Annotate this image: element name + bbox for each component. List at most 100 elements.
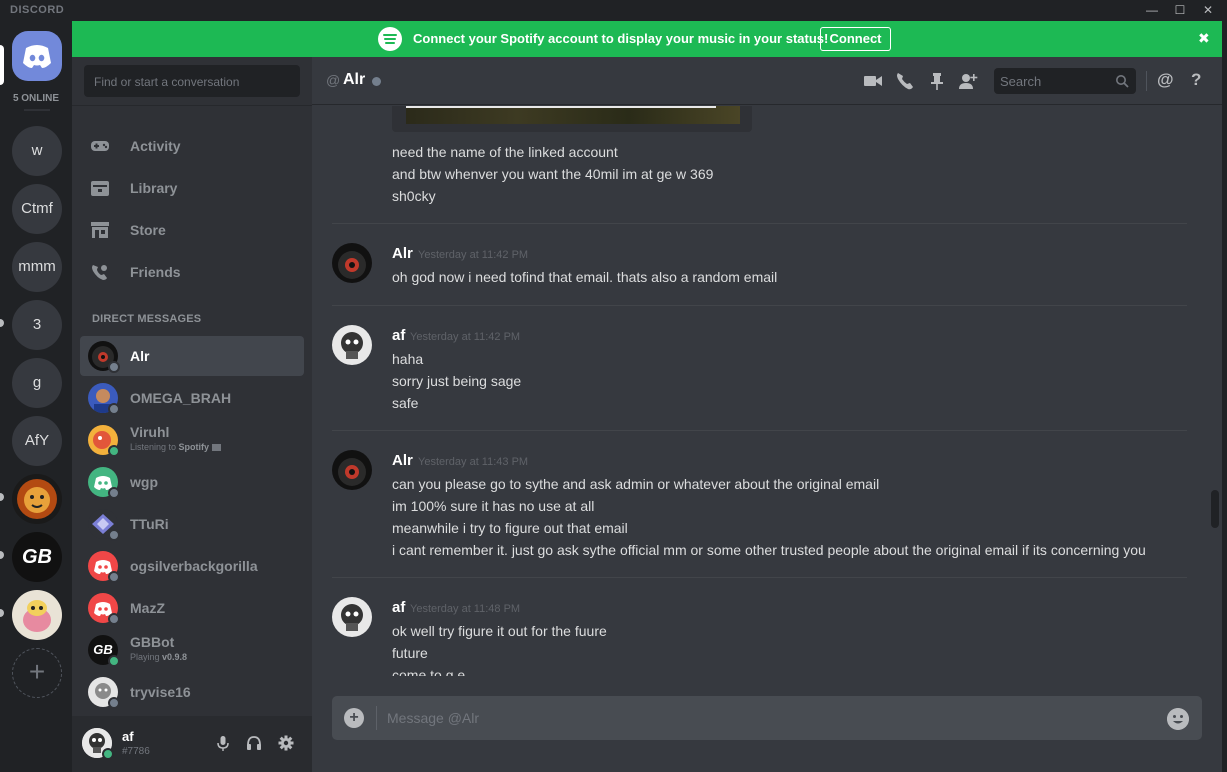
window-edge xyxy=(1222,21,1227,772)
maximize-button[interactable]: ☐ xyxy=(1168,2,1192,19)
add-server-button[interactable]: + xyxy=(12,648,62,698)
message-scrollbar[interactable] xyxy=(1211,106,1219,676)
unread-pill xyxy=(0,493,4,501)
home-button[interactable] xyxy=(12,31,62,81)
guild-g[interactable]: g xyxy=(12,358,62,408)
search-placeholder: Search xyxy=(1000,74,1042,89)
message-line: can you please go to sythe and ask admin… xyxy=(392,476,880,492)
video-call-icon[interactable] xyxy=(863,71,883,91)
dm-item-omega-brah[interactable]: OMEGA_BRAH xyxy=(80,378,304,418)
message-input[interactable]: Message @Alr xyxy=(387,710,479,726)
dm-name: MazZ xyxy=(130,600,165,616)
channel-name: Alr xyxy=(343,71,366,88)
guild-mmm[interactable]: mmm xyxy=(12,242,62,292)
nav-activity[interactable]: Activity xyxy=(80,128,304,164)
dm-item-tturi[interactable]: TTuRi xyxy=(80,504,304,544)
headphones-icon[interactable] xyxy=(245,734,263,752)
app-brand: DISCORD xyxy=(10,4,65,16)
status-online xyxy=(108,445,120,457)
message-line: i cant remember it. just go ask sythe of… xyxy=(392,542,1146,558)
unread-pill xyxy=(0,319,4,327)
message-author[interactable]: af xyxy=(392,327,405,344)
guild-afy[interactable]: AfY xyxy=(12,416,62,466)
microphone-icon[interactable] xyxy=(214,734,232,752)
message-line: sh0cky xyxy=(392,188,436,204)
message-line: need the name of the linked account xyxy=(392,144,618,160)
message-line: oh god now i need tofind that email. tha… xyxy=(392,269,778,285)
message-avatar[interactable] xyxy=(332,450,372,490)
dm-item-mazz[interactable]: MazZ xyxy=(80,588,304,628)
help-icon[interactable]: ? xyxy=(1191,70,1201,90)
window-close-button[interactable]: ✕ xyxy=(1196,2,1220,19)
guild-gb[interactable]: GB xyxy=(12,532,62,582)
scrollbar-thumb[interactable] xyxy=(1211,490,1219,528)
connect-button[interactable]: Connect xyxy=(820,27,891,51)
search-icon xyxy=(1116,75,1129,88)
dm-name: OMEGA_BRAH xyxy=(130,390,232,406)
dm-name: tryvise16 xyxy=(130,684,191,700)
nav-store[interactable]: Store xyxy=(80,212,304,248)
message-timestamp: Yesterday at 11:48 PM xyxy=(410,603,521,615)
find-conversation-input[interactable]: Find or start a conversation xyxy=(84,65,300,97)
search-input[interactable]: Search xyxy=(994,68,1136,94)
spotify-icon xyxy=(378,27,402,51)
chat-header: @ Alr Search @ ? xyxy=(312,57,1222,105)
message-author[interactable]: Alr xyxy=(392,245,413,262)
guild-w[interactable]: w xyxy=(12,126,62,176)
message-timestamp: Yesterday at 11:43 PM xyxy=(418,456,529,468)
message-author[interactable]: af xyxy=(392,599,405,616)
at-symbol: @ xyxy=(326,72,341,88)
nav-label: Friends xyxy=(130,264,181,280)
add-friend-icon[interactable] xyxy=(958,71,978,91)
image-embed[interactable] xyxy=(392,106,752,132)
dm-item-gbbot[interactable]: GB GBBot Playing v0.9.8 xyxy=(80,630,304,670)
dm-item-viruhl[interactable]: Viruhl Listening to Spotify xyxy=(80,420,304,460)
mentions-icon[interactable]: @ xyxy=(1157,70,1174,90)
user-panel: af #7786 xyxy=(72,716,312,772)
status-offline xyxy=(108,361,120,373)
nav-friends[interactable]: Friends xyxy=(80,254,304,290)
dm-item-wgp[interactable]: wgp xyxy=(80,462,304,502)
embed-image xyxy=(406,106,740,124)
guild-cartoon[interactable] xyxy=(12,590,62,640)
dm-name: GBBot xyxy=(130,634,175,650)
banner-close-icon[interactable]: ✖ xyxy=(1198,30,1210,47)
guild-separator xyxy=(24,109,50,111)
emoji-icon[interactable] xyxy=(1167,708,1189,730)
voice-call-icon[interactable] xyxy=(895,71,915,91)
dm-name: Alr xyxy=(130,348,150,364)
message-divider xyxy=(332,577,1187,578)
message-composer: + Message @Alr xyxy=(332,696,1202,740)
message-divider xyxy=(332,223,1187,224)
status-offline xyxy=(108,697,120,709)
details-icon xyxy=(211,444,221,452)
settings-gear-icon[interactable] xyxy=(277,734,295,752)
chat-area: @ Alr Search @ ? need the name of the li… xyxy=(312,57,1222,772)
status-offline xyxy=(108,613,120,625)
nav-library[interactable]: Library xyxy=(80,170,304,206)
divider xyxy=(1146,71,1147,91)
guild-3[interactable]: 3 xyxy=(12,300,62,350)
discord-window: DISCORD — ☐ ✕ Connect your Spotify accou… xyxy=(0,0,1227,772)
dm-item-alr[interactable]: Alr xyxy=(80,336,304,376)
message-avatar[interactable] xyxy=(332,243,372,283)
message-avatar[interactable] xyxy=(332,597,372,637)
guild-ctmf[interactable]: Ctmf xyxy=(12,184,62,234)
lion-icon xyxy=(17,479,57,519)
dm-item-tryvise16[interactable]: tryvise16 xyxy=(80,672,304,712)
pin-icon[interactable] xyxy=(927,71,947,91)
status-offline xyxy=(108,403,120,415)
message-line: ok well try figure it out for the fuure xyxy=(392,623,607,639)
guild-lion[interactable] xyxy=(12,474,62,524)
dm-item-ogsilverbackgorilla[interactable]: ogsilverbackgorilla xyxy=(80,546,304,586)
online-count: 5 ONLINE xyxy=(12,93,60,104)
minimize-button[interactable]: — xyxy=(1140,2,1164,19)
message-avatar[interactable] xyxy=(332,325,372,365)
message-list: need the name of the linked account and … xyxy=(312,106,1222,676)
friends-icon xyxy=(92,265,107,280)
library-icon xyxy=(91,181,109,196)
upload-plus-icon[interactable]: + xyxy=(344,708,364,728)
dm-name: Viruhl xyxy=(130,424,170,440)
message-author[interactable]: Alr xyxy=(392,452,413,469)
controller-icon xyxy=(91,141,109,151)
